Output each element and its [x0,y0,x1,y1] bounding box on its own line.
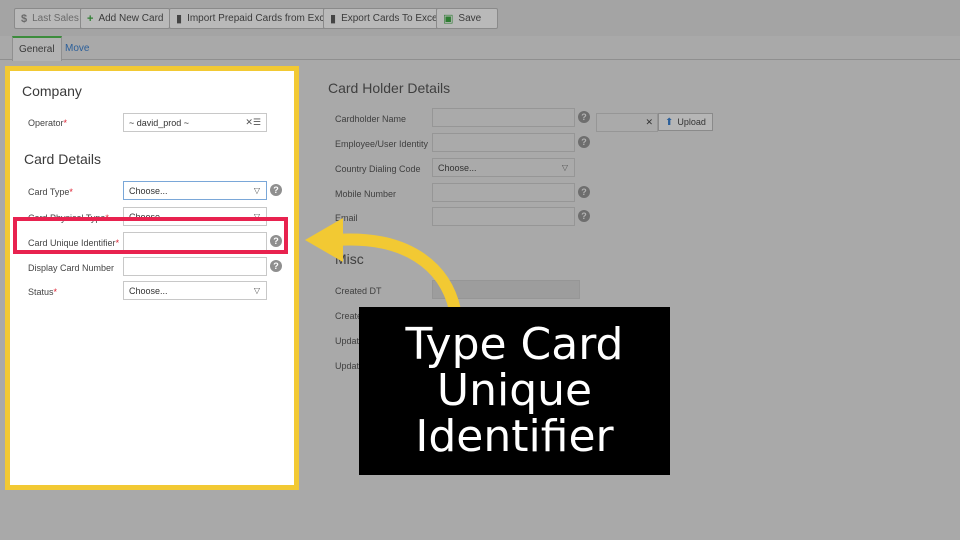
save-icon: ▣ [443,13,454,25]
operator-value: ~ david_prod ~ [129,117,190,128]
last-sales-label: Last Sales [32,13,79,24]
save-label: Save [458,13,482,24]
country-code-value: Choose... [438,162,477,173]
help-icon[interactable]: ? [578,111,590,123]
last-sales-button[interactable]: $ Last Sales [14,8,86,29]
upload-icon: ⬆ [665,116,674,128]
card-form-panel: Company Operator* ~ david_prod ~ ✕☰ Card… [5,66,299,490]
card-type-select[interactable]: Choose... ▽ [123,181,267,200]
plus-icon: + [87,12,94,25]
add-new-card-button[interactable]: + Add New Card [80,8,171,29]
caption-line-2: Unique [436,365,593,416]
mobile-number-label: Mobile Number [335,189,397,199]
help-icon[interactable]: ? [578,210,590,222]
instruction-caption: Type Card Unique Identifier [359,307,670,475]
import-cards-button[interactable]: ▮ Import Prepaid Cards from Excel [169,8,340,29]
caption-line-1: Type Card [405,319,624,370]
dollar-icon: $ [21,12,28,25]
chevron-down-icon: ▽ [253,186,260,195]
status-label: Status* [28,287,58,297]
help-icon[interactable]: ? [578,186,590,198]
cardholder-name-input[interactable] [432,108,575,127]
export-cards-label: Export Cards To Excel [341,13,440,24]
status-value: Choose... [129,285,168,296]
display-card-number-label: Display Card Number [28,263,115,273]
country-code-label: Country Dialing Code [335,164,421,174]
export-cards-button[interactable]: ▮ Export Cards To Excel [323,8,447,29]
cardholder-name-label: Cardholder Name [335,114,407,124]
chevron-down-icon: ▽ [561,163,568,172]
document-icon: ▮ [176,13,183,25]
tab-move[interactable]: Move [59,36,95,60]
photo-file-field[interactable]: ✕ [596,113,658,132]
pointer-arrow-icon [305,218,461,315]
employee-identity-input[interactable] [432,133,575,152]
help-icon[interactable]: ? [270,184,282,196]
caption-line-3: Identifier [415,411,614,462]
import-cards-label: Import Prepaid Cards from Excel [187,13,333,24]
help-icon[interactable]: ? [270,260,282,272]
clear-icon[interactable]: ✕ [645,117,653,128]
tab-bar: General Move [0,36,960,61]
card-type-label: Card Type* [28,187,73,197]
add-new-card-label: Add New Card [98,13,164,24]
display-card-number-input[interactable] [123,257,267,276]
upload-label: Upload [677,117,706,127]
card-type-value: Choose... [129,185,168,196]
card-details-section-title: Card Details [24,151,102,167]
clear-list-icon[interactable]: ✕☰ [245,117,261,128]
chevron-down-icon: ▽ [253,286,260,295]
card-holder-section-title: Card Holder Details [328,80,451,96]
tab-general[interactable]: General [12,36,62,61]
help-icon[interactable]: ? [578,136,590,148]
operator-select[interactable]: ~ david_prod ~ ✕☰ [123,113,267,132]
operator-label: Operator* [28,118,68,128]
save-button[interactable]: ▣ Save [436,8,498,29]
document-icon: ▮ [330,13,337,25]
card-unique-identifier-highlight [13,217,288,254]
upload-button[interactable]: ⬆ Upload [658,113,713,131]
country-code-select[interactable]: Choose... ▽ [432,158,575,177]
toolbar: $ Last Sales + Add New Card ▮ Import Pre… [0,0,960,36]
employee-identity-label: Employee/User Identity [335,139,429,149]
company-section-title: Company [22,83,82,99]
mobile-number-input[interactable] [432,183,575,202]
status-select[interactable]: Choose... ▽ [123,281,267,300]
